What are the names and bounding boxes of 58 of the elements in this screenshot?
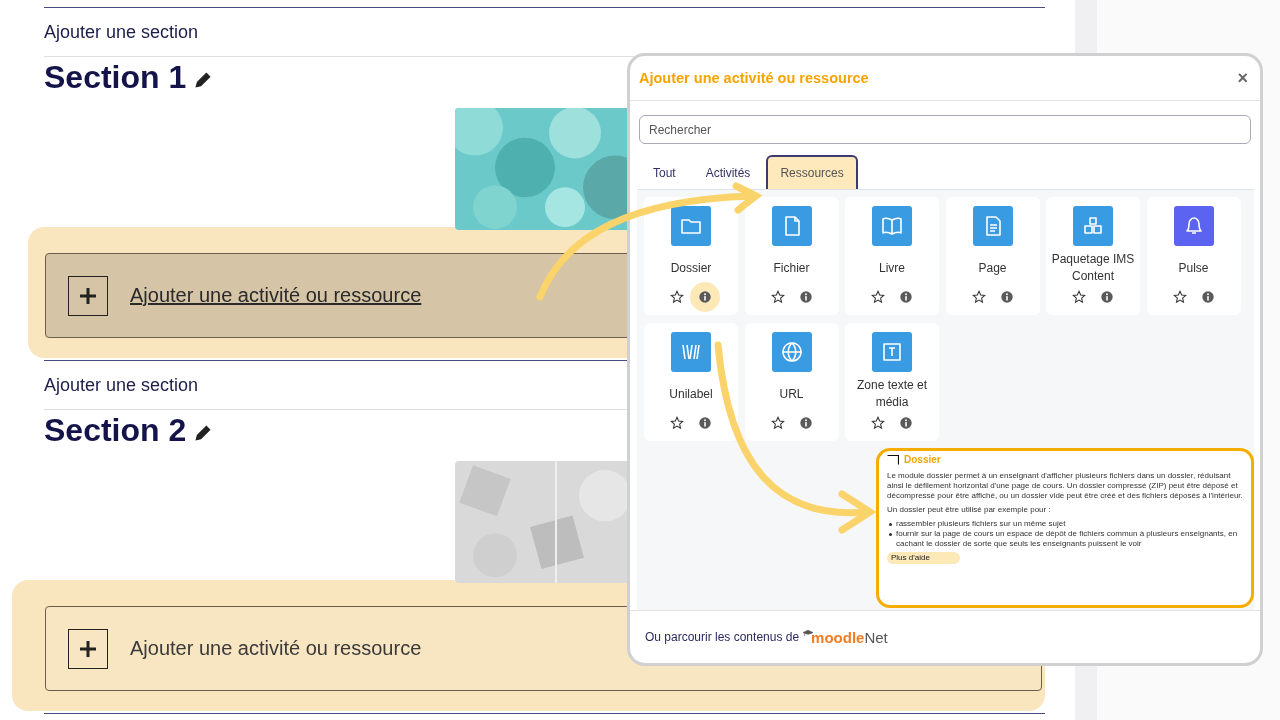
- info-icon[interactable]: [798, 290, 813, 304]
- add-section-link[interactable]: Ajouter une section: [44, 374, 199, 396]
- tab[interactable]: Activités: [691, 155, 765, 189]
- module-card[interactable]: Paquetage IMS Content: [1046, 197, 1140, 315]
- search-field[interactable]: Rechercher: [639, 115, 1251, 144]
- moodlenet-logo[interactable]: moodleNet: [803, 628, 888, 646]
- info-icon[interactable]: [698, 416, 712, 430]
- help-bullet: rassembler plusieurs fichiers sur un même sujet: [887, 519, 1243, 529]
- help-paragraph: Le module dossier permet à un enseignant d'afficher plusieurs fichiers dans un dossier, réduisant ainsi le défilement horizontal d'une page de cours. Un dossier compressé (ZIP) peut être déposé et décompressé pour être affiché, ou un dossier vide peut être créé et des fichiers déposés à l'intérieur.: [887, 471, 1243, 501]
- info-icon[interactable]: [899, 416, 913, 430]
- info-icon[interactable]: [1200, 290, 1215, 304]
- module-label: Paquetage IMS Content: [1050, 251, 1136, 285]
- module-card[interactable]: Livre: [845, 197, 939, 315]
- module-label: URL: [778, 385, 805, 403]
- info-icon[interactable]: [798, 416, 813, 430]
- info-icon[interactable]: [899, 290, 913, 304]
- star-icon[interactable]: [770, 290, 785, 304]
- footer-text: Ou parcourir les contenus de: [645, 630, 800, 644]
- tab[interactable]: Tout: [639, 155, 690, 189]
- checkbox-icon: [887, 455, 899, 465]
- info-icon[interactable]: [1100, 290, 1114, 304]
- section-title: Section 2: [44, 411, 187, 449]
- tab[interactable]: Ressources: [766, 155, 858, 189]
- module-card[interactable]: Dossier: [644, 197, 738, 315]
- plus-icon: [68, 628, 108, 669]
- star-icon[interactable]: [871, 290, 885, 304]
- edit-icon[interactable]: [194, 424, 213, 442]
- module-label: Unilabel: [668, 385, 714, 403]
- add-section-link[interactable]: Ajouter une section: [44, 21, 199, 43]
- help-bullet: fournir sur la page de cours un espace de dépôt de fichiers commun à plusieurs enseignants, en cachant le dossier de sorte que seuls les enseignants puissent le voir: [887, 529, 1243, 549]
- module-label: Fichier: [772, 259, 811, 277]
- plus-icon: [68, 275, 108, 316]
- star-icon[interactable]: [871, 416, 885, 430]
- module-card[interactable]: Page: [945, 197, 1040, 315]
- module-card[interactable]: Zone texte et média: [845, 323, 939, 441]
- module-card[interactable]: URL: [744, 323, 839, 441]
- modal-title: Ajouter une activité ou ressource: [639, 70, 869, 86]
- star-icon[interactable]: [971, 290, 986, 304]
- more-help-link[interactable]: Plus d'aide: [887, 552, 960, 564]
- module-label: Zone texte et média: [855, 377, 928, 411]
- help-title: Dossier: [904, 453, 941, 467]
- module-label: Dossier: [669, 259, 713, 277]
- module-card[interactable]: Pulse: [1146, 197, 1241, 315]
- module-card[interactable]: Unilabel: [644, 323, 738, 441]
- star-icon[interactable]: [1072, 290, 1086, 304]
- info-icon[interactable]: [999, 290, 1014, 304]
- star-icon[interactable]: [670, 290, 684, 304]
- star-icon[interactable]: [1172, 290, 1187, 304]
- edit-icon[interactable]: [194, 71, 213, 89]
- star-icon[interactable]: [670, 416, 684, 430]
- close-button[interactable]: ×: [1237, 67, 1248, 89]
- module-label: Livre: [878, 259, 906, 277]
- module-label: Pulse: [1177, 259, 1210, 277]
- module-label: Page: [977, 259, 1008, 277]
- module-card[interactable]: Fichier: [744, 197, 839, 315]
- help-paragraph: Un dossier peut être utilisé par exemple pour :: [887, 505, 1052, 515]
- star-icon[interactable]: [770, 416, 785, 430]
- section-title: Section 1: [44, 58, 187, 96]
